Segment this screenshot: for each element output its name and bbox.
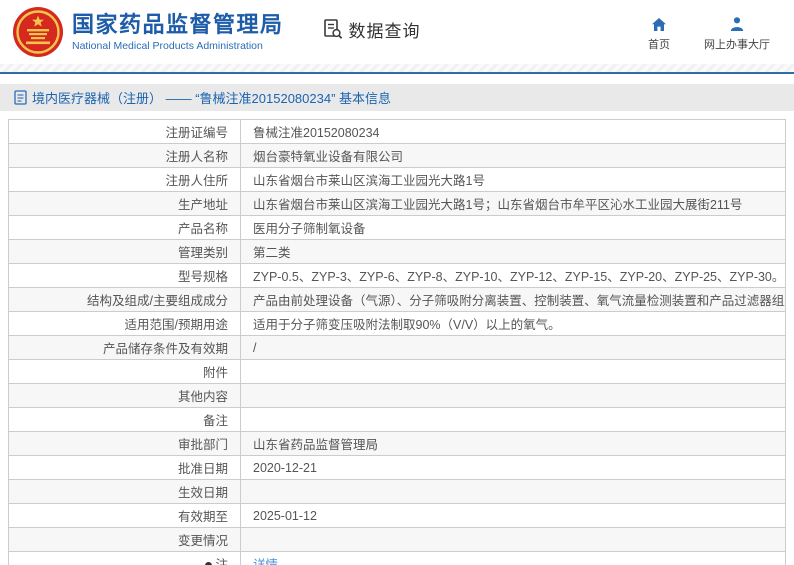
row-value	[241, 360, 786, 384]
row-value: 适用于分子筛变压吸附法制取90%（V/V）以上的氧气。	[241, 312, 786, 336]
nav-home[interactable]: 首页	[648, 16, 670, 52]
row-label: 管理类别	[9, 240, 241, 264]
row-label: 生产地址	[9, 192, 241, 216]
table-row: 变更情况	[9, 528, 786, 552]
row-label: 其他内容	[9, 384, 241, 408]
info-table-body: 注册证编号鲁械注准20152080234注册人名称烟台豪特氧业设备有限公司注册人…	[9, 120, 786, 565]
row-value	[241, 408, 786, 432]
top-nav: 首页 网上办事大厅	[648, 16, 770, 52]
row-value	[241, 384, 786, 408]
row-value: 烟台豪特氧业设备有限公司	[241, 144, 786, 168]
table-row: 生产地址山东省烟台市莱山区滨海工业园光大路1号；山东省烟台市牟平区沁水工业园大展…	[9, 192, 786, 216]
table-row: 其他内容	[9, 384, 786, 408]
site-title-cn: 国家药品监督管理局	[72, 12, 284, 38]
header-separator	[0, 72, 794, 74]
nav-home-label: 首页	[648, 36, 670, 52]
row-label: 注册证编号	[9, 120, 241, 144]
row-label: 适用范围/预期用途	[9, 312, 241, 336]
table-row: 产品储存条件及有效期/	[9, 336, 786, 360]
table-row: 注册人名称烟台豪特氧业设备有限公司	[9, 144, 786, 168]
row-label: 生效日期	[9, 480, 241, 504]
document-icon	[14, 90, 27, 105]
data-query-label: 数据查询	[349, 17, 421, 42]
row-label: 审批部门	[9, 432, 241, 456]
data-query-icon	[322, 18, 344, 40]
site-header: 国家药品监督管理局 National Medical Products Admi…	[0, 0, 794, 64]
table-row: 注 详情	[9, 552, 786, 565]
row-value: ZYP-0.5、ZYP-3、ZYP-6、ZYP-8、ZYP-10、ZYP-12、…	[241, 264, 786, 288]
row-label: 备注	[9, 408, 241, 432]
header-hatch-band	[0, 64, 794, 72]
row-label: 批准日期	[9, 456, 241, 480]
breadcrumb: 境内医疗器械（注册） —— “鲁械注准20152080234” 基本信息	[0, 84, 794, 111]
row-value: 山东省药品监督管理局	[241, 432, 786, 456]
national-emblem-logo	[12, 6, 64, 58]
breadcrumb-text: 境内医疗器械（注册） —— “鲁械注准20152080234” 基本信息	[32, 88, 391, 107]
row-label: 结构及组成/主要组成成分	[9, 288, 241, 312]
table-row: 生效日期	[9, 480, 786, 504]
table-row: 批准日期2020-12-21	[9, 456, 786, 480]
home-icon	[651, 16, 667, 32]
table-row: 备注	[9, 408, 786, 432]
table-row: 适用范围/预期用途适用于分子筛变压吸附法制取90%（V/V）以上的氧气。	[9, 312, 786, 336]
row-label: 附件	[9, 360, 241, 384]
table-row: 产品名称医用分子筛制氧设备	[9, 216, 786, 240]
nav-service-hall-label: 网上办事大厅	[704, 36, 770, 52]
row-label: 产品储存条件及有效期	[9, 336, 241, 360]
nav-service-hall[interactable]: 网上办事大厅	[704, 16, 770, 52]
row-label: 注册人住所	[9, 168, 241, 192]
table-row: 审批部门山东省药品监督管理局	[9, 432, 786, 456]
row-value: 医用分子筛制氧设备	[241, 216, 786, 240]
row-label: 注	[9, 552, 241, 565]
row-label: 注册人名称	[9, 144, 241, 168]
row-value: 山东省烟台市莱山区滨海工业园光大路1号；山东省烟台市牟平区沁水工业园大展街211…	[241, 192, 786, 216]
registration-info-table: 注册证编号鲁械注准20152080234注册人名称烟台豪特氧业设备有限公司注册人…	[8, 119, 786, 565]
row-label: 变更情况	[9, 528, 241, 552]
table-row: 结构及组成/主要组成成分产品由前处理设备（气源）、分子筛吸附分离装置、控制装置、…	[9, 288, 786, 312]
row-value: 山东省烟台市莱山区滨海工业园光大路1号	[241, 168, 786, 192]
row-value: 产品由前处理设备（气源）、分子筛吸附分离装置、控制装置、氧气流量检测装置和产品过…	[241, 288, 786, 312]
site-title-en: National Medical Products Administration	[72, 40, 284, 52]
row-value: 详情	[241, 552, 786, 565]
row-label: 型号规格	[9, 264, 241, 288]
table-row: 附件	[9, 360, 786, 384]
row-value: 2020-12-21	[241, 456, 786, 480]
row-value: /	[241, 336, 786, 360]
table-row: 管理类别第二类	[9, 240, 786, 264]
table-row: 注册证编号鲁械注准20152080234	[9, 120, 786, 144]
row-value: 鲁械注准20152080234	[241, 120, 786, 144]
row-value	[241, 528, 786, 552]
row-label: 产品名称	[9, 216, 241, 240]
user-icon	[729, 16, 745, 32]
site-title: 国家药品监督管理局 National Medical Products Admi…	[72, 12, 284, 52]
data-query-section[interactable]: 数据查询	[322, 17, 421, 42]
detail-link[interactable]: 详情	[253, 558, 278, 565]
table-row: 型号规格ZYP-0.5、ZYP-3、ZYP-6、ZYP-8、ZYP-10、ZYP…	[9, 264, 786, 288]
row-value: 2025-01-12	[241, 504, 786, 528]
table-row: 有效期至2025-01-12	[9, 504, 786, 528]
table-row: 注册人住所山东省烟台市莱山区滨海工业园光大路1号	[9, 168, 786, 192]
row-value	[241, 480, 786, 504]
registration-info-table-wrap: 注册证编号鲁械注准20152080234注册人名称烟台豪特氧业设备有限公司注册人…	[8, 119, 786, 565]
row-label: 有效期至	[9, 504, 241, 528]
row-value: 第二类	[241, 240, 786, 264]
